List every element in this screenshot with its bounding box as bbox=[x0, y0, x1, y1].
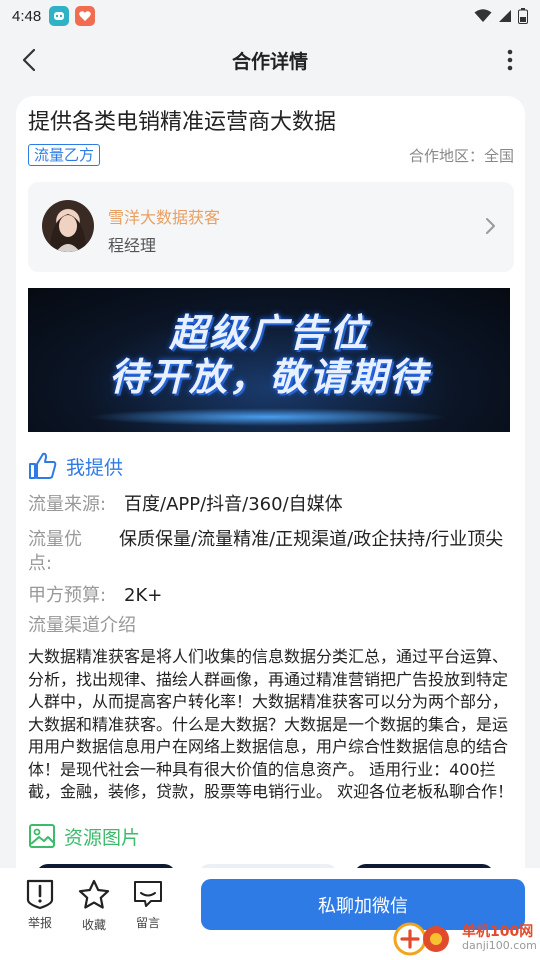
signal-icon bbox=[499, 10, 511, 22]
status-bar: 4:48 bbox=[0, 0, 540, 32]
field-traffic-advantages: 流量优点: 保质保量/流量精准/正规渠道/政企扶持/行业顶尖 bbox=[28, 528, 514, 580]
watermark-url: danji100.com bbox=[462, 939, 537, 952]
channel-description: 大数据精准获客是将人们收集的信息数据分类汇总，通过平台运算、分析，找出规律、描绘… bbox=[28, 647, 514, 801]
watermark-logo-icon bbox=[393, 922, 449, 956]
ad-banner[interactable]: 超级广告位 待开放，敬请期待 bbox=[28, 288, 510, 432]
category-tag: 流量乙方 bbox=[28, 144, 101, 166]
field-label: 流量渠道介绍 bbox=[28, 615, 136, 636]
field-value: 百度/APP/抖音/360/自媒体 bbox=[124, 494, 343, 515]
more-options-icon[interactable] bbox=[496, 46, 524, 74]
region-label: 合作地区： bbox=[408, 146, 484, 165]
field-value: 2K+ bbox=[124, 585, 163, 606]
site-watermark: 单机100网 danji100.com bbox=[392, 918, 540, 960]
message-label: 留言 bbox=[135, 916, 160, 930]
report-icon bbox=[26, 879, 54, 910]
banner-glow bbox=[88, 408, 448, 426]
image-icon bbox=[29, 824, 55, 848]
page-title: 合作详情 bbox=[231, 50, 308, 73]
message-button[interactable]: 留言 bbox=[126, 878, 170, 931]
star-icon bbox=[78, 879, 110, 909]
region-info: 合作地区：全国 bbox=[409, 145, 514, 166]
message-icon bbox=[134, 881, 162, 907]
section-offer-label: 我提供 bbox=[66, 456, 124, 479]
back-arrow-icon[interactable] bbox=[16, 46, 44, 74]
app-notification-icon bbox=[49, 6, 70, 26]
field-value: 保质保量/流量精准/正规渠道/政企扶持/行业顶尖 bbox=[119, 529, 504, 550]
region-value: 全国 bbox=[483, 146, 514, 165]
watermark-name: 单机100网 bbox=[462, 924, 534, 940]
report-button[interactable]: 举报 bbox=[18, 878, 62, 931]
section-resources-title: 资源图片 bbox=[28, 822, 140, 850]
chevron-right-icon bbox=[486, 218, 495, 234]
contact-card[interactable]: 雪洋大数据获客 程经理 bbox=[28, 182, 514, 272]
post-title: 提供各类电销精准运营商大数据 bbox=[28, 110, 337, 135]
field-budget: 甲方预算: 2K+ bbox=[28, 584, 514, 610]
app-notification-icon-2 bbox=[75, 6, 96, 26]
section-offer-title: 我提供 bbox=[28, 452, 123, 480]
company-name: 雪洋大数据获客 bbox=[108, 208, 221, 227]
banner-line2: 待开放，敬请期待 bbox=[108, 355, 429, 399]
field-traffic-source: 流量来源: 百度/APP/抖音/360/自媒体 bbox=[28, 493, 514, 519]
battery-icon bbox=[518, 8, 528, 24]
status-time: 4:48 bbox=[12, 7, 42, 25]
detail-card: 提供各类电销精准运营商大数据 流量乙方 合作地区：全国 雪洋大数据获客 程经理 … bbox=[16, 96, 525, 896]
field-label: 甲方预算: bbox=[28, 585, 107, 606]
thumbs-up-icon bbox=[29, 452, 57, 479]
section-resources-label: 资源图片 bbox=[64, 826, 141, 849]
status-indicators bbox=[474, 8, 528, 24]
tag-row: 流量乙方 合作地区：全国 bbox=[28, 144, 514, 166]
top-navigation: 合作详情 bbox=[0, 32, 540, 88]
field-label: 流量优点: bbox=[28, 529, 82, 574]
favorite-label: 收藏 bbox=[81, 918, 106, 932]
wifi-icon bbox=[474, 9, 492, 22]
field-label: 流量来源: bbox=[28, 494, 107, 515]
favorite-button[interactable]: 收藏 bbox=[72, 878, 116, 933]
field-channel-intro: 流量渠道介绍 bbox=[28, 614, 514, 640]
report-label: 举报 bbox=[27, 916, 52, 930]
avatar[interactable] bbox=[42, 200, 94, 252]
contact-person: 程经理 bbox=[108, 236, 157, 255]
